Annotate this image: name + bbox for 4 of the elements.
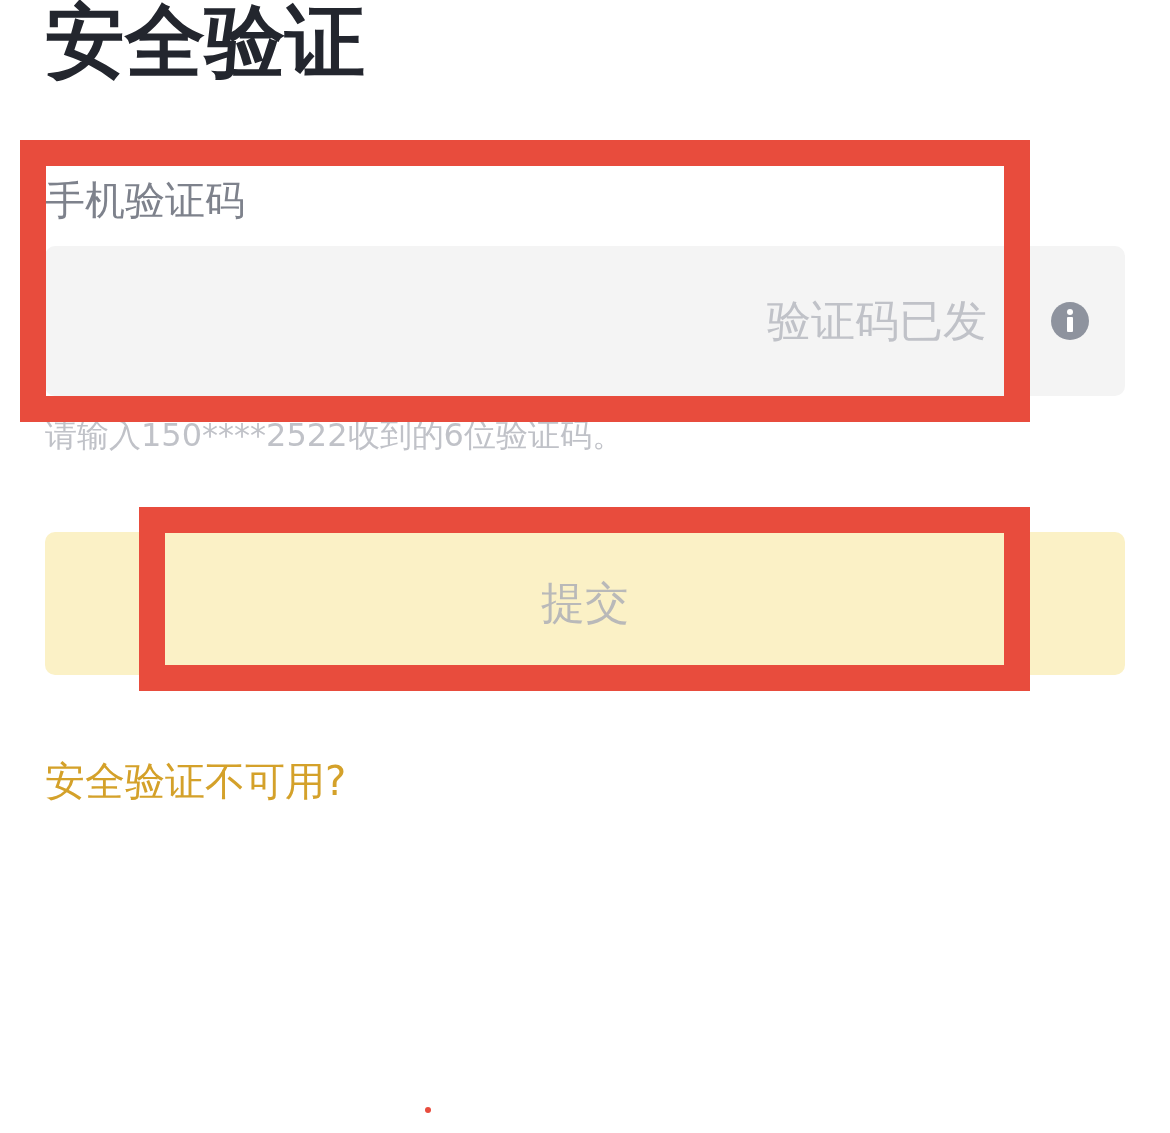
page-indicator-dot — [425, 1107, 431, 1113]
info-icon[interactable] — [1051, 302, 1089, 340]
help-link[interactable]: 安全验证不可用? — [45, 757, 347, 805]
field-label: 手机验证码 — [45, 176, 245, 224]
